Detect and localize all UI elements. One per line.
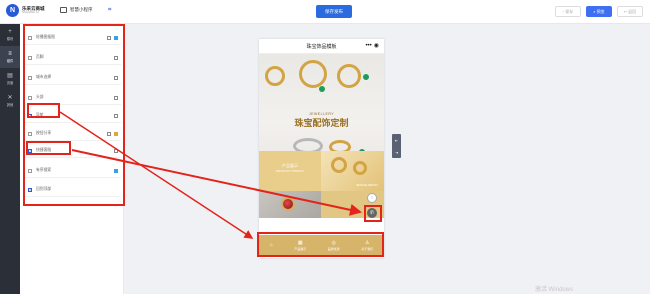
product-display-card[interactable]: 产品展示 PRODUCT DISPLAY xyxy=(259,151,321,191)
back-to-top-button[interactable]: ↑ xyxy=(367,193,377,203)
capsule-buttons: ••• ◉ xyxy=(365,43,379,49)
brand-subtitle: ShopWeb AI xyxy=(22,10,39,15)
preview-button[interactable]: ⌕ 预览 xyxy=(586,6,612,17)
gold-jewelry-image[interactable]: BRAND ABOUT xyxy=(321,151,384,191)
top-toolbar: N 乐采云商城 ShopWeb AI 智慧小程序 ⌗ 保存发布 ▫ 保存 ⌕ 预览 … xyxy=(0,0,650,24)
rail-item-other[interactable]: ✕ 其他 xyxy=(0,90,20,112)
module-icon: + xyxy=(8,29,12,35)
list-icon: ≡ xyxy=(8,51,12,57)
brand-logo: N xyxy=(6,4,19,17)
arrow-up-icon: ↑ xyxy=(370,195,374,201)
collapse-left-icon[interactable]: ⇤ xyxy=(395,138,398,143)
rail-item-pages[interactable]: ▤ 页面 xyxy=(0,68,20,90)
ruby-gem xyxy=(281,197,295,211)
ring-image xyxy=(353,161,367,175)
more-icon: ••• xyxy=(365,43,372,49)
app-type-label: 智慧小程序 xyxy=(70,7,93,12)
publish-button[interactable]: 保存发布 xyxy=(316,5,352,18)
ring-image xyxy=(299,60,327,88)
editor-canvas xyxy=(124,24,650,294)
page-icon: ▤ xyxy=(7,73,13,79)
ruby-ring-image[interactable] xyxy=(259,191,321,218)
search-icon: ⌕ xyxy=(593,9,596,14)
monitor-icon xyxy=(60,7,67,13)
rail-item-modules[interactable]: + 模块 xyxy=(0,24,20,46)
highlight-bottom-nav xyxy=(257,232,384,257)
gem-image xyxy=(363,74,369,80)
collapse-right-icon[interactable]: ⇥ xyxy=(395,150,398,155)
highlight-service-button xyxy=(364,205,382,222)
highlight-nav-item xyxy=(27,103,60,118)
save-icon: ▫ xyxy=(562,9,565,14)
highlight-service-item xyxy=(26,141,71,155)
ring-image xyxy=(337,64,361,88)
canvas-side-tool[interactable]: ⇤ ⇥ xyxy=(392,134,401,158)
close-target-icon: ◉ xyxy=(373,43,379,49)
app-type-selector[interactable]: 智慧小程序 xyxy=(60,7,93,13)
save-button[interactable]: ▫ 保存 xyxy=(555,6,581,17)
brand[interactable]: N 乐采云商城 ShopWeb AI xyxy=(6,4,45,17)
qr-code-icon[interactable]: ⌗ xyxy=(108,7,118,15)
ring-image xyxy=(265,66,285,86)
windows-watermark: 激活 Windows xyxy=(535,287,574,293)
tools-icon: ✕ xyxy=(7,95,13,101)
phone-preview: 珠宝饰品模板 ••• ◉ JEWELLERY 珠宝配饰定制 产品展示 PRODU… xyxy=(259,39,384,258)
gem-image xyxy=(319,86,325,92)
hero-title: 珠宝配饰定制 xyxy=(294,119,349,129)
left-rail: + 模块 ≡ 组件 ▤ 页面 ✕ 其他 xyxy=(0,24,20,294)
rail-item-components[interactable]: ≡ 组件 xyxy=(0,46,20,68)
ring-image xyxy=(331,157,347,173)
back-button[interactable]: ↩ 返回 xyxy=(617,6,643,17)
back-icon: ↩ xyxy=(623,9,628,14)
